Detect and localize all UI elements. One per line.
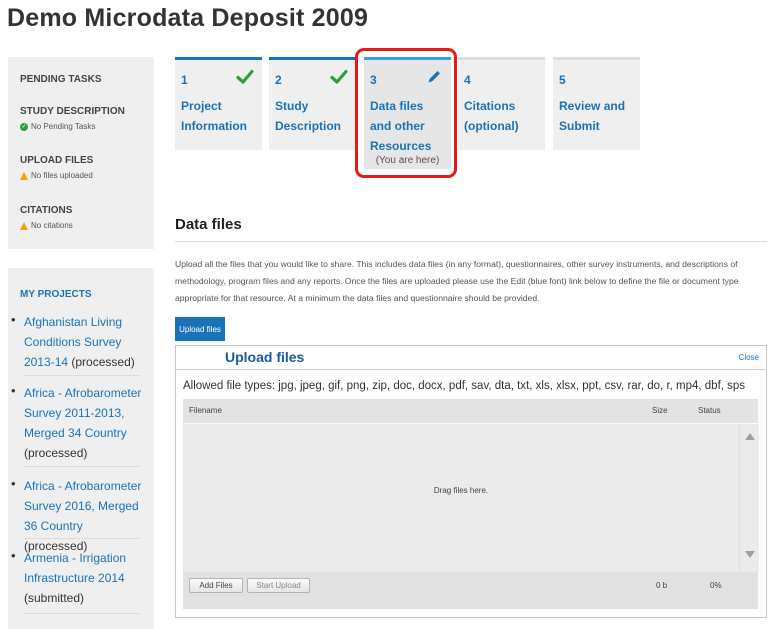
project-state: (submitted) (24, 591, 85, 605)
step-number: 1 (181, 73, 188, 87)
task-citations[interactable]: CITATIONS (20, 205, 72, 216)
task-status-text: No Pending Tasks (31, 122, 96, 131)
file-list: Filename Size Status Drag files here. Ad… (183, 399, 759, 609)
warning-icon (20, 221, 28, 230)
start-upload-button[interactable]: Start Upload (247, 578, 310, 593)
add-files-button[interactable]: Add Files (189, 578, 243, 593)
checkmark-icon (330, 69, 348, 84)
bullet-icon: • (11, 312, 16, 327)
project-link[interactable]: Armenia - Irrigation Infrastructure 2014 (24, 551, 126, 585)
step-number: 5 (559, 73, 566, 87)
current-step-highlight (355, 48, 457, 178)
step-number: 2 (275, 73, 282, 87)
step-label: Citations (optional) (464, 99, 519, 133)
upload-panel-title: Upload files (225, 349, 305, 365)
scrollbar[interactable] (739, 424, 759, 572)
divider (24, 538, 140, 539)
project-link[interactable]: Africa - Afrobarometer Survey 2016, Merg… (24, 479, 141, 533)
total-size: 0 b (656, 581, 668, 590)
bullet-icon: • (11, 383, 16, 398)
task-citations-status: No citations (20, 221, 73, 230)
task-status-text: No files uploaded (31, 171, 93, 180)
bullet-icon: • (11, 476, 16, 491)
scroll-up-arrow-icon[interactable] (745, 433, 755, 440)
section-title: Data files (175, 216, 242, 233)
file-list-header: Filename Size Status (183, 399, 758, 424)
drop-zone[interactable]: Drag files here. (183, 424, 739, 572)
step-number: 4 (464, 73, 471, 87)
divider (175, 241, 767, 242)
project-state: (processed) (71, 355, 135, 369)
allowed-file-types: Allowed file types: jpg, jpeg, gif, png,… (183, 380, 746, 392)
project-state: (processed) (24, 446, 88, 460)
step-review-submit[interactable]: 5 Review and Submit (553, 57, 640, 150)
step-label: Project Information (181, 99, 247, 133)
upload-files-button[interactable]: Upload files (175, 317, 225, 341)
file-list-footer: Add Files Start Upload 0 b 0% (183, 572, 758, 609)
step-project-information[interactable]: 1 Project Information (175, 57, 262, 150)
divider (24, 613, 140, 614)
my-projects-panel: MY PROJECTS • Afghanistan Living Conditi… (8, 268, 154, 629)
warning-icon (20, 171, 28, 180)
check-circle-icon: ✓ (20, 122, 28, 131)
project-link[interactable]: Africa - Afrobarometer Survey 2011-2013,… (24, 386, 141, 440)
close-link[interactable]: Close (739, 353, 759, 362)
step-citations[interactable]: 4 Citations (optional) (458, 57, 545, 150)
divider (24, 466, 140, 467)
my-projects-header: MY PROJECTS (20, 289, 92, 300)
pending-tasks-header: PENDING TASKS (20, 74, 102, 85)
task-upload-status: No files uploaded (20, 171, 93, 180)
scroll-down-arrow-icon[interactable] (745, 551, 755, 558)
drag-hint: Drag files here. (433, 486, 489, 495)
checkmark-icon (236, 69, 254, 84)
task-upload-files[interactable]: UPLOAD FILES (20, 155, 93, 166)
column-status: Status (698, 406, 721, 415)
page-title: Demo Microdata Deposit 2009 (7, 4, 369, 32)
task-study-description[interactable]: STUDY DESCRIPTION (20, 106, 125, 117)
column-size: Size (652, 406, 668, 415)
step-label: Study Description (275, 99, 342, 133)
section-description: Upload all the files that you would like… (175, 259, 739, 303)
total-percent: 0% (710, 581, 722, 590)
step-study-description[interactable]: 2 Study Description (269, 57, 356, 150)
step-label: Review and Submit (559, 99, 626, 133)
divider (176, 369, 766, 370)
task-study-status: ✓ No Pending Tasks (20, 122, 95, 131)
column-filename: Filename (189, 406, 222, 415)
upload-panel: Upload files Close Allowed file types: j… (175, 345, 767, 618)
divider (24, 375, 140, 376)
bullet-icon: • (11, 548, 16, 563)
task-status-text: No citations (31, 221, 73, 230)
pending-tasks-panel: PENDING TASKS STUDY DESCRIPTION ✓ No Pen… (8, 57, 154, 249)
